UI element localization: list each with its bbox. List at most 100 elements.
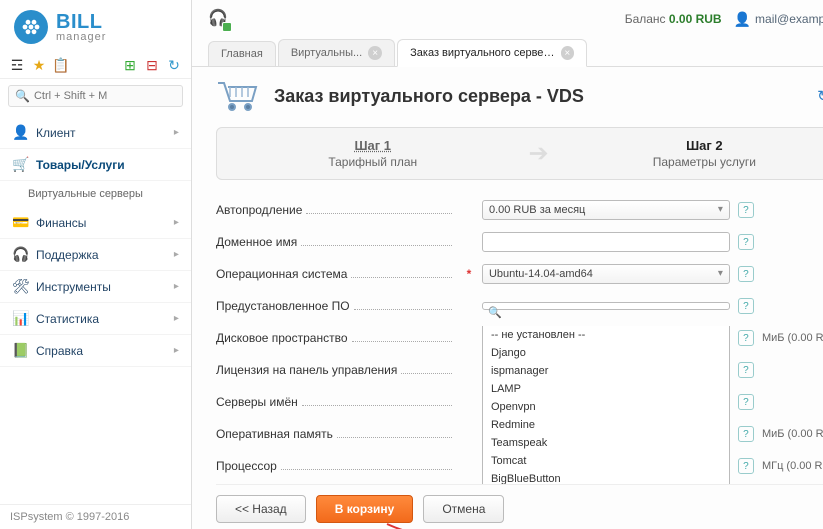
field-extra: МиБ (0.00 RUB за [762, 332, 823, 344]
dropdown-item-7[interactable]: Tomcat [483, 452, 729, 470]
dropdown-item-2[interactable]: ispmanager [483, 362, 729, 380]
sidebar-toolbar: ☲ ★ 📋 ⊞ ⊟ ↻ [0, 52, 191, 79]
cart-icon [216, 79, 260, 113]
nav-label: Клиент [36, 126, 166, 140]
avatar-icon: 👤 [734, 11, 751, 28]
nav-label: Виртуальные серверы [28, 188, 179, 200]
chevron-right-icon: ▸ [174, 313, 179, 324]
tab-0[interactable]: Главная [208, 41, 276, 66]
nav: 👤Клиент▸🛒Товары/УслугиВиртуальные сервер… [0, 113, 191, 504]
help-icon[interactable]: ? [738, 426, 754, 442]
step-title: Шаг 2 [549, 138, 823, 153]
tab-label: Заказ виртуального сервер... [410, 47, 554, 59]
arrow-right-icon: ➔ [528, 139, 548, 168]
help-icon[interactable]: ? [738, 202, 754, 218]
dropdown-item-4[interactable]: Openvpn [483, 398, 729, 416]
nav-item-1[interactable]: 🛒 Товары/Услуги [0, 149, 191, 181]
dropdown-item-0[interactable]: -- не установлен -- [483, 326, 729, 344]
dropdown-search[interactable] [482, 302, 730, 310]
close-icon[interactable]: × [368, 46, 382, 60]
nav-item-4[interactable]: 🎧 Поддержка ▸ [0, 239, 191, 271]
tab-2[interactable]: Заказ виртуального сервер... × [397, 39, 587, 67]
copyright: ISPsystem © 1997-2016 [0, 504, 191, 529]
help-icon[interactable]: ? [738, 298, 754, 314]
logo-icon [14, 10, 48, 44]
field-label: Серверы имён [216, 395, 456, 409]
minus-icon[interactable]: ⊟ [143, 56, 161, 74]
field-input-wrap: -- не установлен --DjangoispmanagerLAMPO… [482, 302, 730, 310]
nav-item-6[interactable]: 📊 Статистика ▸ [0, 303, 191, 335]
help-icon[interactable]: ? [738, 266, 754, 282]
logo: BILL manager [0, 0, 191, 52]
tab-label: Виртуальны... [291, 47, 362, 59]
support-icon[interactable]: 🎧 [208, 8, 230, 30]
chevron-right-icon: ▸ [174, 249, 179, 260]
dropdown-item-1[interactable]: Django [483, 344, 729, 362]
help-icon[interactable]: ? [738, 362, 754, 378]
reload-icon[interactable]: ↻ [817, 87, 823, 105]
clipboard-icon[interactable]: 📋 [52, 56, 70, 74]
balance-label: Баланс [625, 12, 666, 26]
step-0[interactable]: Шаг 1Тарифный план [217, 138, 529, 169]
tab-label: Главная [221, 48, 263, 60]
cart-button[interactable]: В корзину [316, 495, 414, 523]
form-row-1: Доменное имя? [216, 226, 823, 258]
chevron-right-icon: ▸ [174, 217, 179, 228]
field-label: Операционная система [216, 267, 456, 281]
form-row-3: Предустановленное ПО -- не установлен --D… [216, 290, 823, 322]
close-icon[interactable]: × [561, 46, 575, 60]
dropdown-item-5[interactable]: Redmine [483, 416, 729, 434]
help-icon[interactable]: ? [738, 458, 754, 474]
search-field[interactable] [34, 90, 176, 102]
step-sub: Параметры услуги [549, 155, 823, 169]
dropdown-list: -- не установлен --DjangoispmanagerLAMPO… [482, 326, 730, 484]
star-icon[interactable]: ★ [30, 56, 48, 74]
tabs: ГлавнаяВиртуальны...×Заказ виртуального … [192, 38, 823, 67]
nav-label: Статистика [36, 312, 166, 326]
step-title: Шаг 1 [217, 138, 529, 153]
chevron-right-icon: ▸ [174, 281, 179, 292]
dropdown-item-6[interactable]: Teamspeak [483, 434, 729, 452]
tab-1[interactable]: Виртуальны... × [278, 39, 395, 66]
header: 🎧 Баланс 0.00 RUB 👤 mail@example.com ▾ [192, 0, 823, 38]
select-input[interactable]: Ubuntu-14.04-amd64 [482, 264, 730, 284]
search-input[interactable]: 🔍 [8, 85, 183, 107]
nav-item-2[interactable]: Виртуальные серверы [0, 181, 191, 207]
search-icon: 🔍 [15, 89, 30, 103]
nav-icon: 🎧 [12, 246, 28, 263]
nav-icon: 🛒 [12, 156, 28, 173]
nav-label: Поддержка [36, 248, 166, 262]
nav-label: Инструменты [36, 280, 166, 294]
nav-label: Товары/Услуги [36, 158, 179, 172]
nav-item-3[interactable]: 💳Финансы▸ [0, 207, 191, 239]
chevron-right-icon: ▸ [174, 127, 179, 138]
help-icon[interactable]: ? [738, 330, 754, 346]
nav-item-5[interactable]: 🛠Инструменты▸ [0, 271, 191, 303]
form-row-2: Операционная система*Ubuntu-14.04-amd64? [216, 258, 823, 290]
field-label: Предустановленное ПО [216, 299, 456, 313]
dropdown-item-3[interactable]: LAMP [483, 380, 729, 398]
dropdown-item-8[interactable]: BigBlueButton [483, 470, 729, 484]
nav-icon: 💳 [12, 214, 28, 231]
refresh-icon[interactable]: ↻ [165, 56, 183, 74]
field-label: Автопродление [216, 203, 456, 217]
help-icon[interactable]: ? [738, 234, 754, 250]
plus-icon[interactable]: ⊞ [121, 56, 139, 74]
help-icon[interactable]: ? [738, 394, 754, 410]
page-title: Заказ виртуального сервера - VDS [274, 86, 803, 107]
nav-item-0[interactable]: 👤Клиент▸ [0, 117, 191, 149]
field-extra: МГц (0.00 RUB за [762, 460, 823, 472]
back-button[interactable]: << Назад [216, 495, 306, 523]
cancel-button[interactable]: Отмена [423, 495, 504, 523]
logo-bill: BILL [56, 12, 106, 32]
field-label: Оперативная память [216, 427, 456, 441]
field-input-wrap: 0.00 RUB за месяц [482, 200, 730, 220]
text-input[interactable] [482, 232, 730, 252]
field-label: Доменное имя [216, 235, 456, 249]
field-label: Дисковое пространство [216, 331, 456, 345]
nav-item-7[interactable]: 📗Справка▸ [0, 335, 191, 367]
list-icon[interactable]: ☲ [8, 56, 26, 74]
nav-icon: 📊 [12, 310, 28, 327]
user-menu[interactable]: 👤 mail@example.com ▾ [734, 11, 823, 28]
select-input[interactable]: 0.00 RUB за месяц [482, 200, 730, 220]
